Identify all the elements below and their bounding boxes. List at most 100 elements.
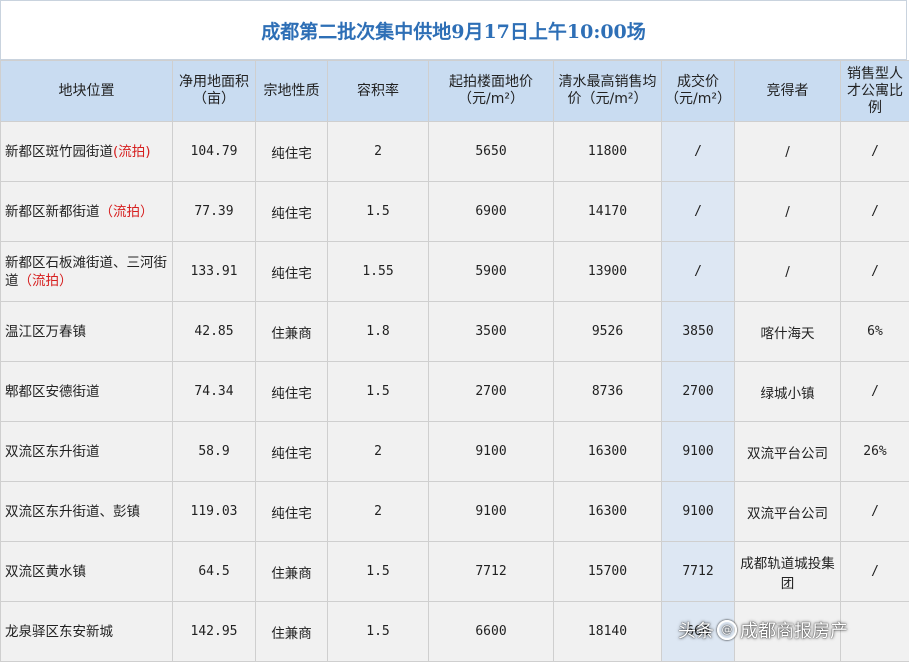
location-text: 新都区斑竹园街道: [5, 144, 113, 160]
cell-nature: 纯住宅: [256, 242, 328, 302]
cell-nature: 纯住宅: [256, 422, 328, 482]
cell-area: 74.34: [173, 362, 256, 422]
cell-winner: /: [735, 122, 841, 182]
cell-start-price: 5650: [429, 122, 554, 182]
cell-start-price: 9100: [429, 482, 554, 542]
cell-ratio: /: [841, 182, 909, 242]
cell-start-price: 2700: [429, 362, 554, 422]
location-text: 郫都区安德街道: [5, 384, 100, 400]
table-row: 新都区石板滩街道、三河街道（流拍）133.91纯住宅1.55590013900/…: [1, 242, 909, 302]
cell-start-price: 9100: [429, 422, 554, 482]
table-row: 温江区万春镇 42.85住兼商1.8350095263850喀什海天6%: [1, 302, 909, 362]
cell-far: 2: [328, 422, 429, 482]
cell-start-price: 5900: [429, 242, 554, 302]
watermark-prefix: 头条: [678, 617, 714, 643]
cell-deal: /: [662, 122, 735, 182]
table-row: 双流区东升街道58.9纯住宅29100163009100双流平台公司26%: [1, 422, 909, 482]
table-body: 新都区斑竹园街道(流拍)104.79纯住宅2565011800///新都区新都街…: [1, 122, 909, 662]
cell-area: 64.5: [173, 542, 256, 602]
cell-max-sale: 11800: [554, 122, 662, 182]
cell-ratio: /: [841, 122, 909, 182]
table-row: 双流区黄水镇64.5住兼商1.57712157007712成都轨道城投集团/: [1, 542, 909, 602]
col-header-deal: 成交价（元/m²）: [662, 61, 735, 122]
cell-nature: 纯住宅: [256, 182, 328, 242]
cell-ratio: 6%: [841, 302, 909, 362]
cell-far: 2: [328, 482, 429, 542]
cell-area: 42.85: [173, 302, 256, 362]
cell-nature: 住兼商: [256, 542, 328, 602]
cell-winner: 喀什海天: [735, 302, 841, 362]
cell-max-sale: 13900: [554, 242, 662, 302]
cell-ratio: /: [841, 242, 909, 302]
location-text: 双流区东升街道、彭镇: [5, 504, 140, 520]
location-text: 温江区万春镇: [5, 324, 86, 340]
cell-location: 郫都区安德街道: [1, 362, 173, 422]
table-row: 郫都区安德街道74.34纯住宅1.5270087362700绿城小镇/: [1, 362, 909, 422]
cell-max-sale: 14170: [554, 182, 662, 242]
table-row: 新都区斑竹园街道(流拍)104.79纯住宅2565011800///: [1, 122, 909, 182]
table-row: 双流区东升街道、彭镇119.03纯住宅29100163009100双流平台公司/: [1, 482, 909, 542]
cell-winner: 成都轨道城投集团: [735, 542, 841, 602]
col-header-far: 容积率: [328, 61, 429, 122]
cell-winner: /: [735, 242, 841, 302]
cell-far: 1.5: [328, 362, 429, 422]
at-icon: @: [717, 620, 737, 640]
cell-area: 142.95: [173, 602, 256, 662]
cell-start-price: 6900: [429, 182, 554, 242]
location-text: 龙泉驿区东安新城: [5, 624, 113, 640]
cell-winner: 双流平台公司: [735, 422, 841, 482]
cell-far: 1.55: [328, 242, 429, 302]
col-header-max-sale: 清水最高销售均价（元/m²）: [554, 61, 662, 122]
cell-deal: 3850: [662, 302, 735, 362]
cell-ratio: /: [841, 482, 909, 542]
watermark-name: 成都商报房产: [740, 617, 848, 643]
cell-max-sale: 8736: [554, 362, 662, 422]
cell-location: 双流区东升街道: [1, 422, 173, 482]
cell-location: 龙泉驿区东安新城: [1, 602, 173, 662]
col-header-winner: 竞得者: [735, 61, 841, 122]
cell-max-sale: 16300: [554, 422, 662, 482]
col-header-ratio: 销售型人才公寓比例: [841, 61, 909, 122]
cell-nature: 住兼商: [256, 302, 328, 362]
location-text: 新都区新都街道: [5, 204, 100, 220]
location-text: 双流区黄水镇: [5, 564, 86, 580]
cell-winner: 绿城小镇: [735, 362, 841, 422]
cell-far: 1.5: [328, 542, 429, 602]
cell-start-price: 3500: [429, 302, 554, 362]
cell-far: 1.8: [328, 302, 429, 362]
cell-location: 双流区东升街道、彭镇: [1, 482, 173, 542]
cell-ratio: [841, 602, 909, 662]
cell-winner: /: [735, 182, 841, 242]
table-row: 新都区新都街道（流拍）77.39纯住宅1.5690014170///: [1, 182, 909, 242]
cell-ratio: 26%: [841, 422, 909, 482]
col-header-start-price: 起拍楼面地价（元/m²）: [429, 61, 554, 122]
cell-area: 133.91: [173, 242, 256, 302]
unsold-tag: (流拍): [113, 144, 151, 160]
watermark: 头条 @ 成都商报房产: [678, 617, 848, 643]
cell-max-sale: 9526: [554, 302, 662, 362]
cell-deal: /: [662, 182, 735, 242]
cell-deal: 7712: [662, 542, 735, 602]
cell-max-sale: 18140: [554, 602, 662, 662]
cell-area: 119.03: [173, 482, 256, 542]
col-header-nature: 宗地性质: [256, 61, 328, 122]
cell-ratio: /: [841, 362, 909, 422]
cell-start-price: 7712: [429, 542, 554, 602]
cell-deal: 2700: [662, 362, 735, 422]
cell-nature: 纯住宅: [256, 122, 328, 182]
col-header-area: 净用地面积（亩）: [173, 61, 256, 122]
location-text: 双流区东升街道: [5, 444, 100, 460]
cell-start-price: 6600: [429, 602, 554, 662]
cell-nature: 纯住宅: [256, 482, 328, 542]
unsold-tag: （流拍）: [100, 204, 154, 220]
land-auction-table: 地块位置 净用地面积（亩） 宗地性质 容积率 起拍楼面地价（元/m²） 清水最高…: [0, 60, 909, 662]
page-title: 成都第二批次集中供地9月17日上午10:00场: [0, 0, 907, 60]
cell-location: 新都区新都街道（流拍）: [1, 182, 173, 242]
cell-deal: /: [662, 242, 735, 302]
cell-far: 2: [328, 122, 429, 182]
cell-area: 104.79: [173, 122, 256, 182]
cell-nature: 纯住宅: [256, 362, 328, 422]
cell-far: 1.5: [328, 182, 429, 242]
cell-max-sale: 15700: [554, 542, 662, 602]
cell-deal: 9100: [662, 482, 735, 542]
